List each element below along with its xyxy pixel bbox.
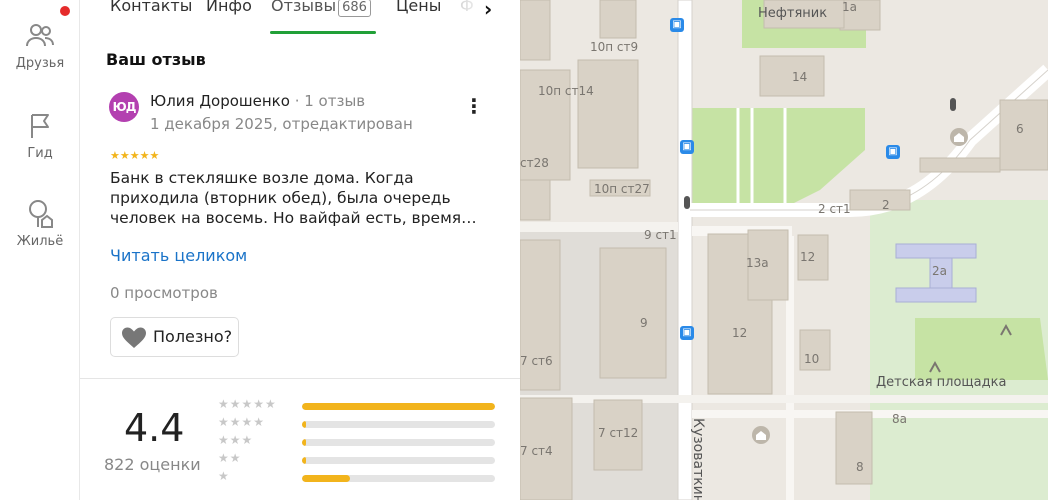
rating-bar-row: ★★★★★ — [218, 397, 498, 414]
useful-label: Полезно? — [153, 327, 233, 346]
rating-bar-stars: ★★★★ — [218, 415, 266, 429]
tab-reviews[interactable]: Отзывы 686 — [271, 0, 371, 17]
rail-item-guide[interactable]: Гид — [0, 110, 80, 161]
street-label: Кузоваткин — [690, 418, 706, 500]
playground-icon[interactable] — [998, 322, 1014, 338]
map-label-1a: 1а — [842, 0, 857, 14]
map-label-14: 14 — [792, 70, 808, 84]
author-review-count: 1 отзыв — [304, 92, 366, 110]
map-label-10pst27: 10п ст27 — [594, 182, 650, 196]
divider — [80, 378, 520, 379]
rating-bar-track — [302, 439, 495, 446]
map-label-2a: 2а — [932, 264, 947, 278]
bus-stop-icon[interactable]: ▣ — [886, 145, 900, 159]
rating-bar-stars: ★★ — [218, 451, 242, 465]
map-label-10pst9: 10п ст9 — [590, 40, 639, 54]
rating-bar-row: ★★ — [218, 451, 498, 468]
map-label-2st1: 2 ст1 — [818, 202, 851, 216]
review-text: Банк в стекляшке возле дома. Когда прихо… — [110, 169, 477, 227]
map-label-12b: 12 — [732, 326, 748, 340]
useful-button[interactable]: Полезно? — [110, 317, 239, 357]
map-label-8: 8 — [856, 460, 864, 474]
rail-item-housing[interactable]: Жильё — [0, 198, 80, 249]
map-label-12a: 12 — [800, 250, 816, 264]
map-label-2: 2 — [882, 198, 890, 212]
tab-info[interactable]: Инфо — [206, 0, 252, 15]
rating-bar-row: ★★★★ — [218, 415, 498, 432]
rating-bar-track — [302, 403, 495, 410]
rating-bar-fill — [302, 475, 351, 482]
tab-prices[interactable]: Цены — [396, 0, 441, 15]
bank-icon[interactable] — [752, 426, 770, 444]
map-label-8a: 8а — [892, 412, 907, 426]
rating-bar-fill — [302, 421, 306, 428]
map-label-10pst14: 10п ст14 — [538, 84, 594, 98]
house-tree-icon — [29, 200, 53, 228]
rating-bar-stars: ★★★ — [218, 433, 254, 447]
map-label-9: 9 — [640, 316, 648, 330]
map-label-st28: ст28 — [520, 156, 549, 170]
review-author[interactable]: Юлия Дорошенко · 1 отзыв — [150, 92, 365, 110]
rating-count: 822 оценки — [104, 455, 201, 474]
bank-icon[interactable] — [950, 128, 968, 146]
rating-bar-stars: ★ — [218, 469, 230, 483]
rating-bar-row: ★ — [218, 469, 498, 486]
rating-bar-fill — [302, 457, 306, 464]
map-label-7st4: 7 ст4 — [520, 444, 553, 458]
review-date: 1 декабря 2025, отредактирован — [150, 115, 413, 133]
tab-bar: Контакты Инфо Отзывы686 Цены Ф › — [80, 0, 520, 36]
map[interactable]: Нефтяник 1а 14 10п ст9 10п ст14 ст28 10п… — [520, 0, 1048, 500]
left-rail: Друзья Гид Жильё — [0, 0, 80, 500]
author-separator: · — [294, 92, 305, 110]
bus-stop-icon[interactable]: ▣ — [670, 18, 684, 32]
section-title: Ваш отзыв — [106, 50, 206, 69]
traffic-light-icon — [950, 98, 956, 111]
views-count: 0 просмотров — [110, 284, 218, 302]
map-label-7st12: 7 ст12 — [598, 426, 639, 440]
rail-label-guide: Гид — [27, 146, 53, 161]
rating-bar-fill — [302, 403, 495, 410]
rail-item-friends[interactable]: Друзья — [0, 20, 80, 71]
rating-value: 4.4 — [124, 406, 185, 450]
flag-icon — [31, 114, 49, 138]
rail-label-housing: Жильё — [16, 234, 64, 249]
reviews-count-badge: 686 — [338, 0, 371, 17]
tab-reviews-label: Отзывы — [271, 0, 337, 15]
bus-stop-icon[interactable]: ▣ — [680, 326, 694, 340]
map-label-neftyanik: Нефтяник — [758, 6, 828, 21]
map-label-13a: 13а — [746, 256, 769, 270]
map-label-10: 10 — [804, 352, 820, 366]
heart-icon — [122, 327, 146, 348]
rating-bar-fill — [302, 439, 306, 446]
map-canvas — [520, 0, 1048, 500]
tab-contacts[interactable]: Контакты — [110, 0, 192, 15]
read-more-link[interactable]: Читать целиком — [110, 246, 247, 265]
bus-stop-icon[interactable]: ▣ — [680, 140, 694, 154]
rail-label-friends: Друзья — [15, 56, 65, 71]
review-stars: ★★★★★ — [110, 149, 160, 162]
avatar[interactable]: ЮД — [109, 92, 139, 122]
people-icon — [26, 24, 54, 47]
park-area — [688, 108, 752, 205]
map-label-7st6: 7 ст6 — [520, 354, 553, 368]
rating-bar-track — [302, 421, 495, 428]
traffic-light-icon — [684, 196, 690, 209]
notification-dot — [60, 6, 70, 16]
rating-bar-track — [302, 475, 495, 482]
map-label-playground[interactable]: Детская площадка — [876, 375, 1006, 390]
active-tab-underline — [270, 31, 376, 34]
playground-marker-icon[interactable] — [928, 360, 942, 374]
map-label-9st1: 9 ст1 — [644, 228, 677, 242]
rating-bar-track — [302, 457, 495, 464]
more-options-icon[interactable]: ⋮ — [464, 94, 485, 118]
tabs-next-icon[interactable]: › — [484, 0, 492, 21]
rating-bar-stars: ★★★★★ — [218, 397, 277, 411]
place-panel: Контакты Инфо Отзывы686 Цены Ф › Ваш отз… — [80, 0, 520, 500]
map-label-6: 6 — [1016, 122, 1024, 136]
rating-bar-row: ★★★ — [218, 433, 498, 450]
author-name[interactable]: Юлия Дорошенко — [150, 92, 290, 110]
